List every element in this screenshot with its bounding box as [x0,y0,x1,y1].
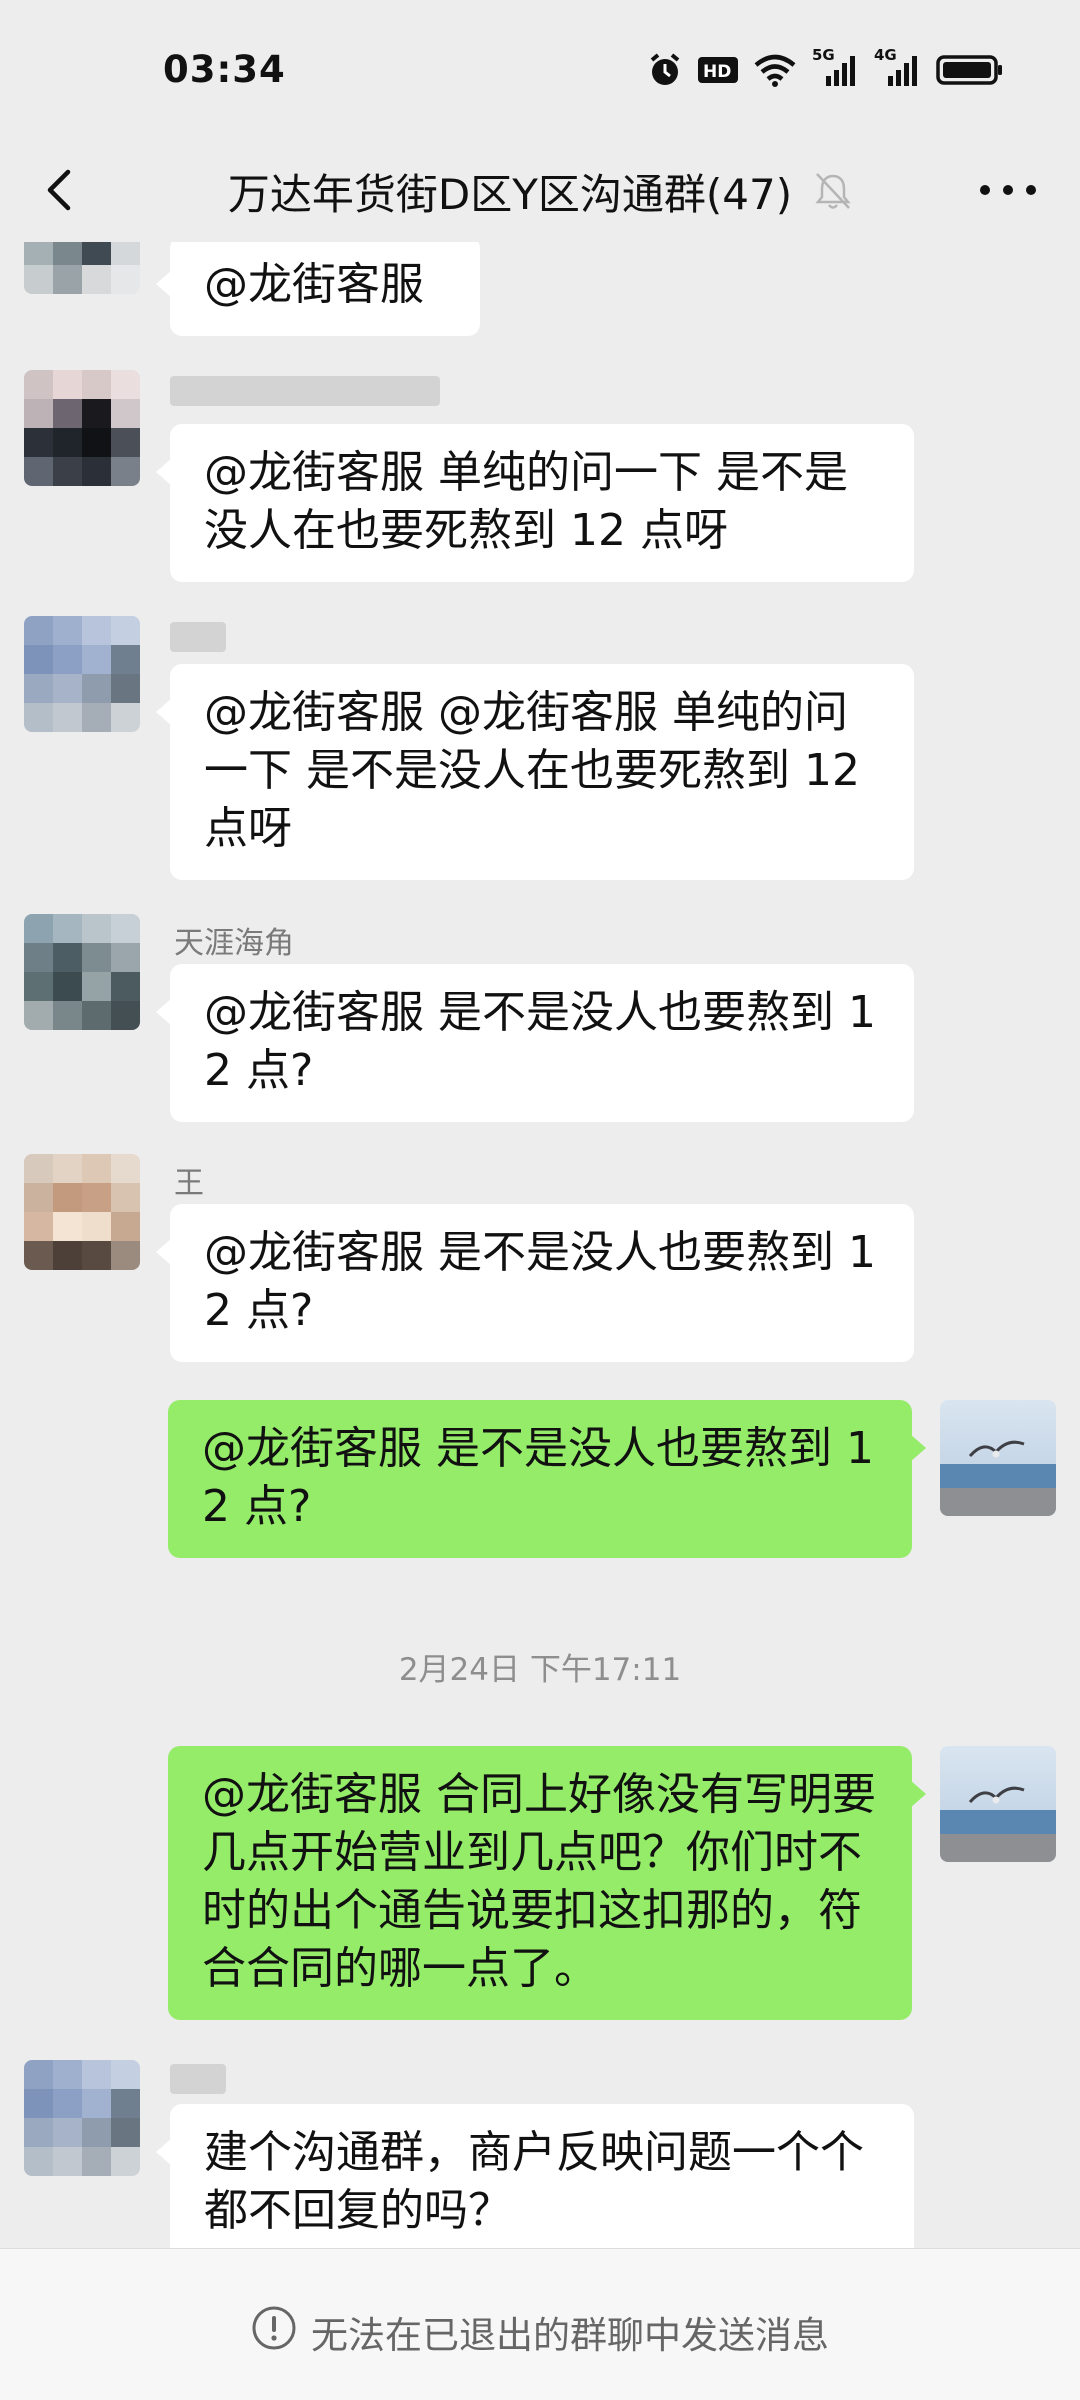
wifi-icon [754,54,796,87]
mute-bell-icon [815,173,851,209]
avatar[interactable] [24,616,140,732]
seagull-photo [940,1746,1056,1862]
avatar[interactable] [24,2060,140,2176]
back-icon[interactable] [38,158,78,222]
my-avatar[interactable] [940,1400,1056,1516]
my-message-bubble[interactable]: @龙街客服 合同上好像没有写明要几点开始营业到几点吧？你们时不时的出个通告说要扣… [168,1746,926,2020]
status-time: 03:34 [163,48,286,91]
chat-screen: 03:34 HD 5G 4G 万达年货街D区Y区沟通群(47) @龙街客服 @龙… [0,0,1080,2400]
alarm-icon [650,53,680,85]
sender-name-blurred [170,376,440,406]
sender-name: 天涯海角 [174,926,294,961]
sender-name: 王 [174,1166,204,1201]
message-bubble[interactable]: @龙街客服 [156,242,480,336]
message-bubble[interactable]: @龙街客服 @龙街客服 单纯的问一下 是不是没人在也要死熬到 12 点呀 [156,664,914,880]
avatar[interactable] [24,242,140,294]
nav-title-wrap: 万达年货街D区Y区沟通群(47) [120,140,960,242]
exited-group-notice: 无法在已退出的群聊中发送消息 [311,2314,829,2357]
message-bubble[interactable]: @龙街客服 是不是没人也要熬到 12 点? [156,964,914,1122]
avatar[interactable] [24,370,140,486]
bottom-bar: 无法在已退出的群聊中发送消息 [0,2248,1080,2400]
exclamation-circle-icon [252,2306,296,2350]
message-bubble[interactable]: 建个沟通群，商户反映问题一个个都不回复的吗？ [156,2104,914,2248]
nav-bar: 万达年货街D区Y区沟通群(47) [0,140,1080,242]
timestamp: 2月24日 下午17:11 [398,1652,682,1688]
svg-text:HD: HD [703,62,731,82]
message-bubble[interactable]: @龙街客服 是不是没人也要熬到 12 点? [156,1204,914,1362]
chat-title[interactable]: 万达年货街D区Y区沟通群(47) [228,161,792,222]
status-bar: 03:34 HD 5G 4G [0,0,1080,140]
battery-icon [936,55,1002,85]
seagull-photo [940,1400,1056,1516]
my-avatar[interactable] [940,1746,1056,1862]
message-bubble[interactable]: @龙街客服 单纯的问一下 是不是没人在也要死熬到 12 点呀 [156,424,914,582]
avatar[interactable] [24,1154,140,1270]
signal-4g-icon: 4G [874,46,920,88]
sender-name-blurred [170,2064,226,2094]
more-icon[interactable] [980,170,1036,210]
hd-icon: HD [698,57,738,83]
avatar[interactable] [24,914,140,1030]
message-list[interactable]: @龙街客服 @龙街客服 单纯的问一下 是不是没人在也要死熬到 12 点呀 @龙街… [0,242,1080,2248]
signal-5g-icon: 5G [812,46,858,88]
status-icons: HD 5G 4G [648,46,1004,88]
my-message-bubble[interactable]: @龙街客服 是不是没人也要熬到 12 点? [168,1400,926,1558]
sender-name-blurred [170,622,226,652]
